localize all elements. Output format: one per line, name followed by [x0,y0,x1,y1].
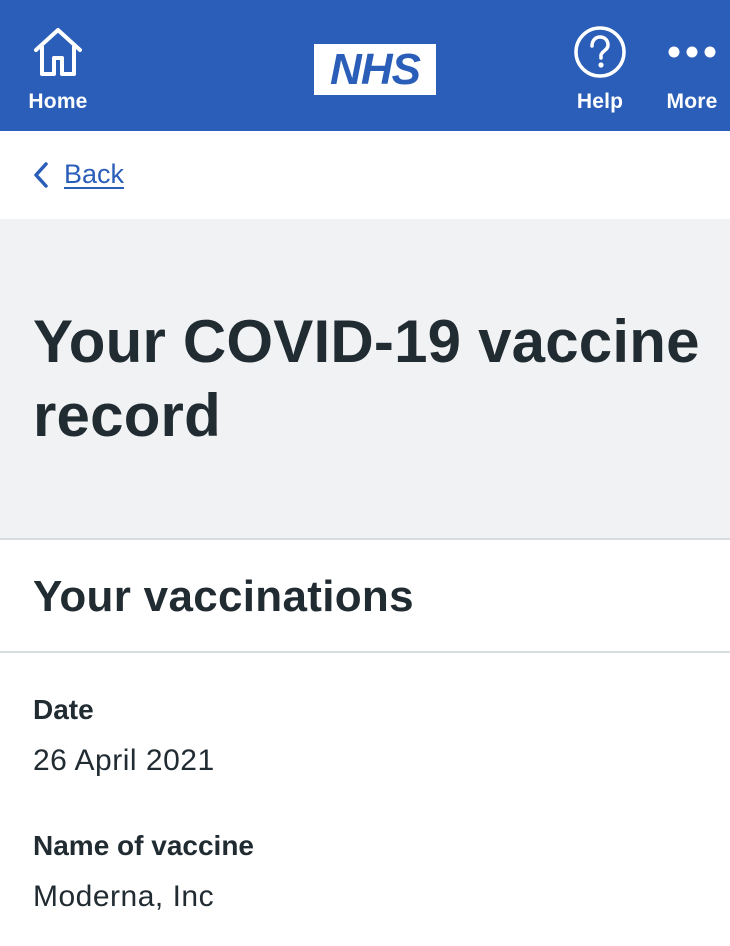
nhs-logo-text: NHS [330,44,421,94]
vaccinations-section-header: Your vaccinations [0,542,730,653]
help-button[interactable]: Help [566,0,634,131]
page-title-banner: Your COVID-19 vaccine record [0,219,730,540]
vaccination-date-field: Date 26 April 2021 [33,694,215,778]
vaccine-name-label: Name of vaccine [33,830,254,861]
section-title: Your vaccinations [33,572,414,621]
date-label: Date [33,694,94,725]
back-link[interactable]: Back [32,159,124,190]
top-navigation-bar: Home NHS Help More [0,0,730,131]
chevron-left-icon [32,160,54,190]
page-title: Your COVID-19 vaccine record [33,308,700,449]
more-button[interactable]: More [658,0,726,131]
home-button[interactable]: Home [20,0,96,131]
help-label: Help [576,90,624,113]
back-navigation: Back [0,131,730,219]
back-link-label: Back [64,159,125,189]
nhs-logo: NHS [314,44,436,95]
help-circle-icon [572,22,628,82]
more-label: More [666,90,718,113]
vaccine-name-field: Name of vaccine Moderna, Inc [33,830,254,914]
more-dots-icon [667,22,717,82]
vaccine-name-value: Moderna, Inc [33,880,215,913]
home-icon [32,22,84,82]
date-value: 26 April 2021 [33,744,215,777]
home-label: Home [28,90,88,113]
